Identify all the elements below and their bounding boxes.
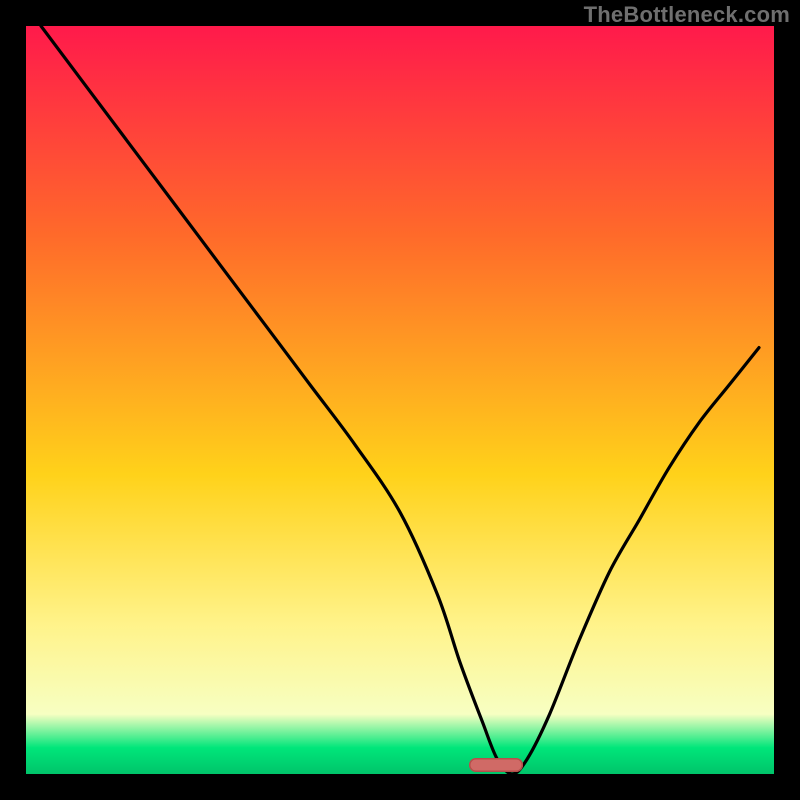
optimum-marker <box>469 758 523 772</box>
chart-frame: TheBottleneck.com <box>0 0 800 800</box>
watermark-label: TheBottleneck.com <box>584 2 790 28</box>
bottleneck-curve <box>26 26 774 774</box>
plot-area <box>26 26 774 774</box>
